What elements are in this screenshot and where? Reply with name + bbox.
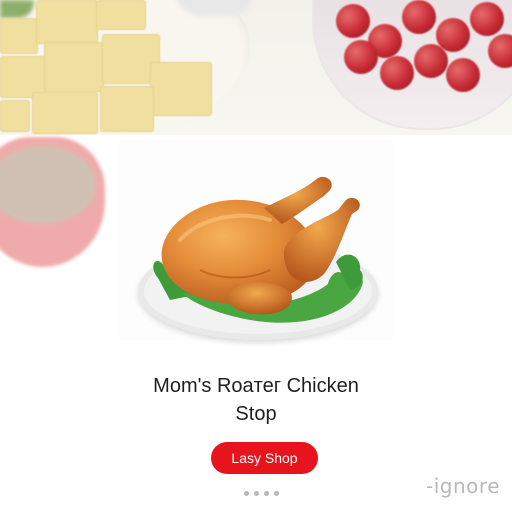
cheese-cube <box>96 0 146 30</box>
shop-button[interactable]: Lasy Shop <box>211 442 318 474</box>
cheese-cube <box>0 18 38 54</box>
pager-dot[interactable] <box>264 491 269 496</box>
berry <box>470 2 504 36</box>
pager-dot[interactable] <box>274 491 279 496</box>
chicken-leg-top <box>264 176 332 224</box>
berry <box>336 4 370 38</box>
cheese-cube <box>0 100 30 132</box>
cheese-cube <box>150 62 212 116</box>
berry <box>380 56 414 90</box>
pager-dot[interactable] <box>254 491 259 496</box>
pager-dot[interactable] <box>244 491 249 496</box>
product-title: Mom's Roaтег Chicken Stop <box>0 372 512 428</box>
cheese-cube <box>44 42 104 92</box>
product-title-line1: Mom's Roaтег Chicken <box>153 375 359 397</box>
cheese-cube <box>36 0 98 44</box>
roast-chicken-icon[interactable] <box>140 170 380 340</box>
product-title-line2: Stop <box>235 403 277 425</box>
berry <box>344 40 378 74</box>
carousel-pager[interactable] <box>244 491 284 499</box>
cheese-cube <box>32 92 98 134</box>
berry <box>402 0 436 34</box>
cheese-cube <box>100 86 154 132</box>
berry <box>446 58 480 92</box>
berry <box>414 44 448 78</box>
hero-food-image <box>0 0 512 135</box>
corner-watermark-text: -ignore <box>426 474 500 498</box>
